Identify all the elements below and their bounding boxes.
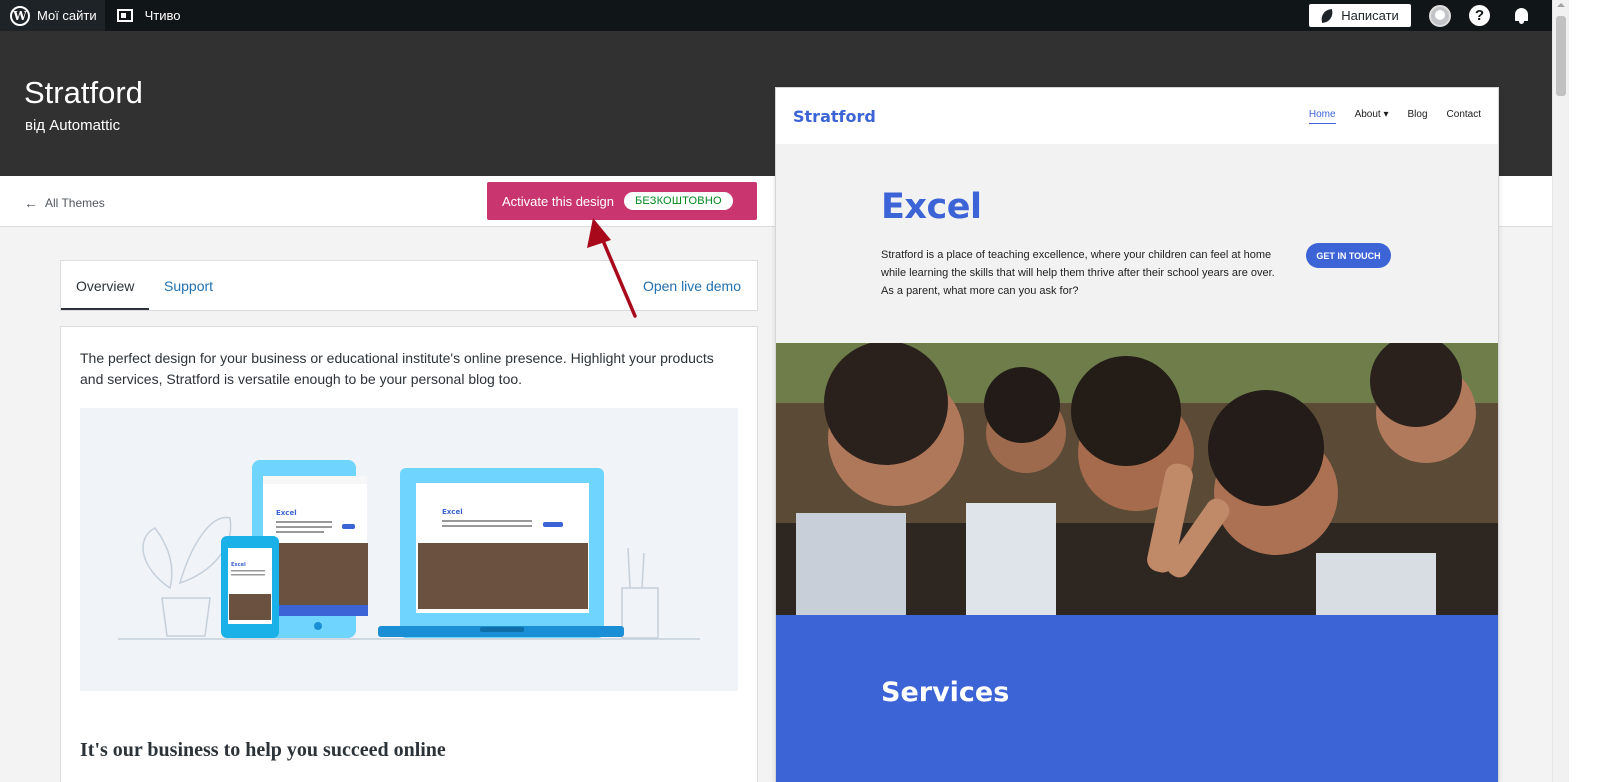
window-gutter <box>1569 0 1599 782</box>
preview-logo: Stratford <box>793 106 876 126</box>
arrow-left-icon: ← <box>24 195 38 211</box>
preview-hero: Excel Stratford is a place of teaching e… <box>776 144 1498 343</box>
preview-hero-text: Stratford is a place of teaching excelle… <box>881 249 1275 297</box>
annotation-arrow-icon <box>587 218 637 318</box>
page-scrollbar[interactable] <box>1552 0 1569 782</box>
preview-services-title: Services <box>881 677 1010 708</box>
wordpress-logo-icon: W <box>10 5 30 26</box>
theme-live-preview[interactable]: Stratford Home About ▾ Blog Contact Exce… <box>776 88 1498 782</box>
svg-text:Excel: Excel <box>442 508 463 516</box>
tab-support[interactable]: Support <box>164 278 213 294</box>
activate-label: Activate this design <box>502 193 615 209</box>
theme-author: від Automattic <box>25 117 121 134</box>
write-button[interactable]: Написати <box>1309 4 1411 27</box>
admin-bar: W Мої сайти Чтиво Написати ? <box>0 0 1552 31</box>
write-label: Написати <box>1341 8 1399 23</box>
preview-menu-blog[interactable]: Blog <box>1408 109 1428 124</box>
reader-icon <box>116 9 133 22</box>
preview-services: Services <box>776 615 1498 782</box>
reader-button[interactable]: Чтиво <box>116 8 181 23</box>
svg-text:Excel: Excel <box>276 509 297 517</box>
feather-icon <box>1320 8 1335 23</box>
theme-description: The perfect design for your business or … <box>80 350 714 387</box>
my-sites-label: Мої сайти <box>37 8 97 23</box>
scroll-thumb[interactable] <box>1556 16 1566 96</box>
price-badge: БЕЗКОШТОВНО <box>624 192 733 210</box>
tab-overview[interactable]: Overview <box>76 278 134 294</box>
svg-text:Excel: Excel <box>231 562 246 568</box>
preview-menu-about[interactable]: About ▾ <box>1355 109 1389 124</box>
preview-nav: Stratford Home About ▾ Blog Contact <box>776 88 1498 144</box>
section-heading: It's our business to help you succeed on… <box>80 739 446 761</box>
devices-illustration-graphic: Excel Excel Excel <box>118 460 700 640</box>
my-sites-button[interactable]: W Мої сайти <box>0 0 105 31</box>
active-tab-indicator <box>61 308 149 310</box>
activate-design-button[interactable]: Activate this design БЕЗКОШТОВНО <box>487 182 757 220</box>
preview-hero-photo <box>776 343 1498 615</box>
children-photo <box>776 343 1498 615</box>
open-live-demo-link[interactable]: Open live demo <box>643 278 741 294</box>
help-icon[interactable]: ? <box>1469 5 1490 26</box>
get-in-touch-button[interactable]: GET IN TOUCH <box>1306 243 1391 268</box>
preview-menu-home[interactable]: Home <box>1308 109 1336 124</box>
notifications-bell-icon[interactable] <box>1513 7 1530 25</box>
preview-menu-contact[interactable]: Contact <box>1447 109 1481 124</box>
all-themes-link[interactable]: ← All Themes <box>24 195 105 211</box>
scroll-up-arrow-icon[interactable] <box>1553 0 1569 10</box>
preview-hero-title: Excel <box>881 187 982 227</box>
theme-title: Stratford <box>24 75 143 110</box>
preview-menu: Home About ▾ Blog Contact <box>1290 109 1481 124</box>
overview-content: The perfect design for your business or … <box>60 326 758 782</box>
reader-label: Чтиво <box>144 8 181 23</box>
avatar[interactable] <box>1429 4 1451 27</box>
devices-illustration: Excel Excel Excel <box>80 408 738 691</box>
all-themes-label: All Themes <box>45 196 105 210</box>
theme-tabs: Overview Support Open live demo <box>60 260 758 311</box>
